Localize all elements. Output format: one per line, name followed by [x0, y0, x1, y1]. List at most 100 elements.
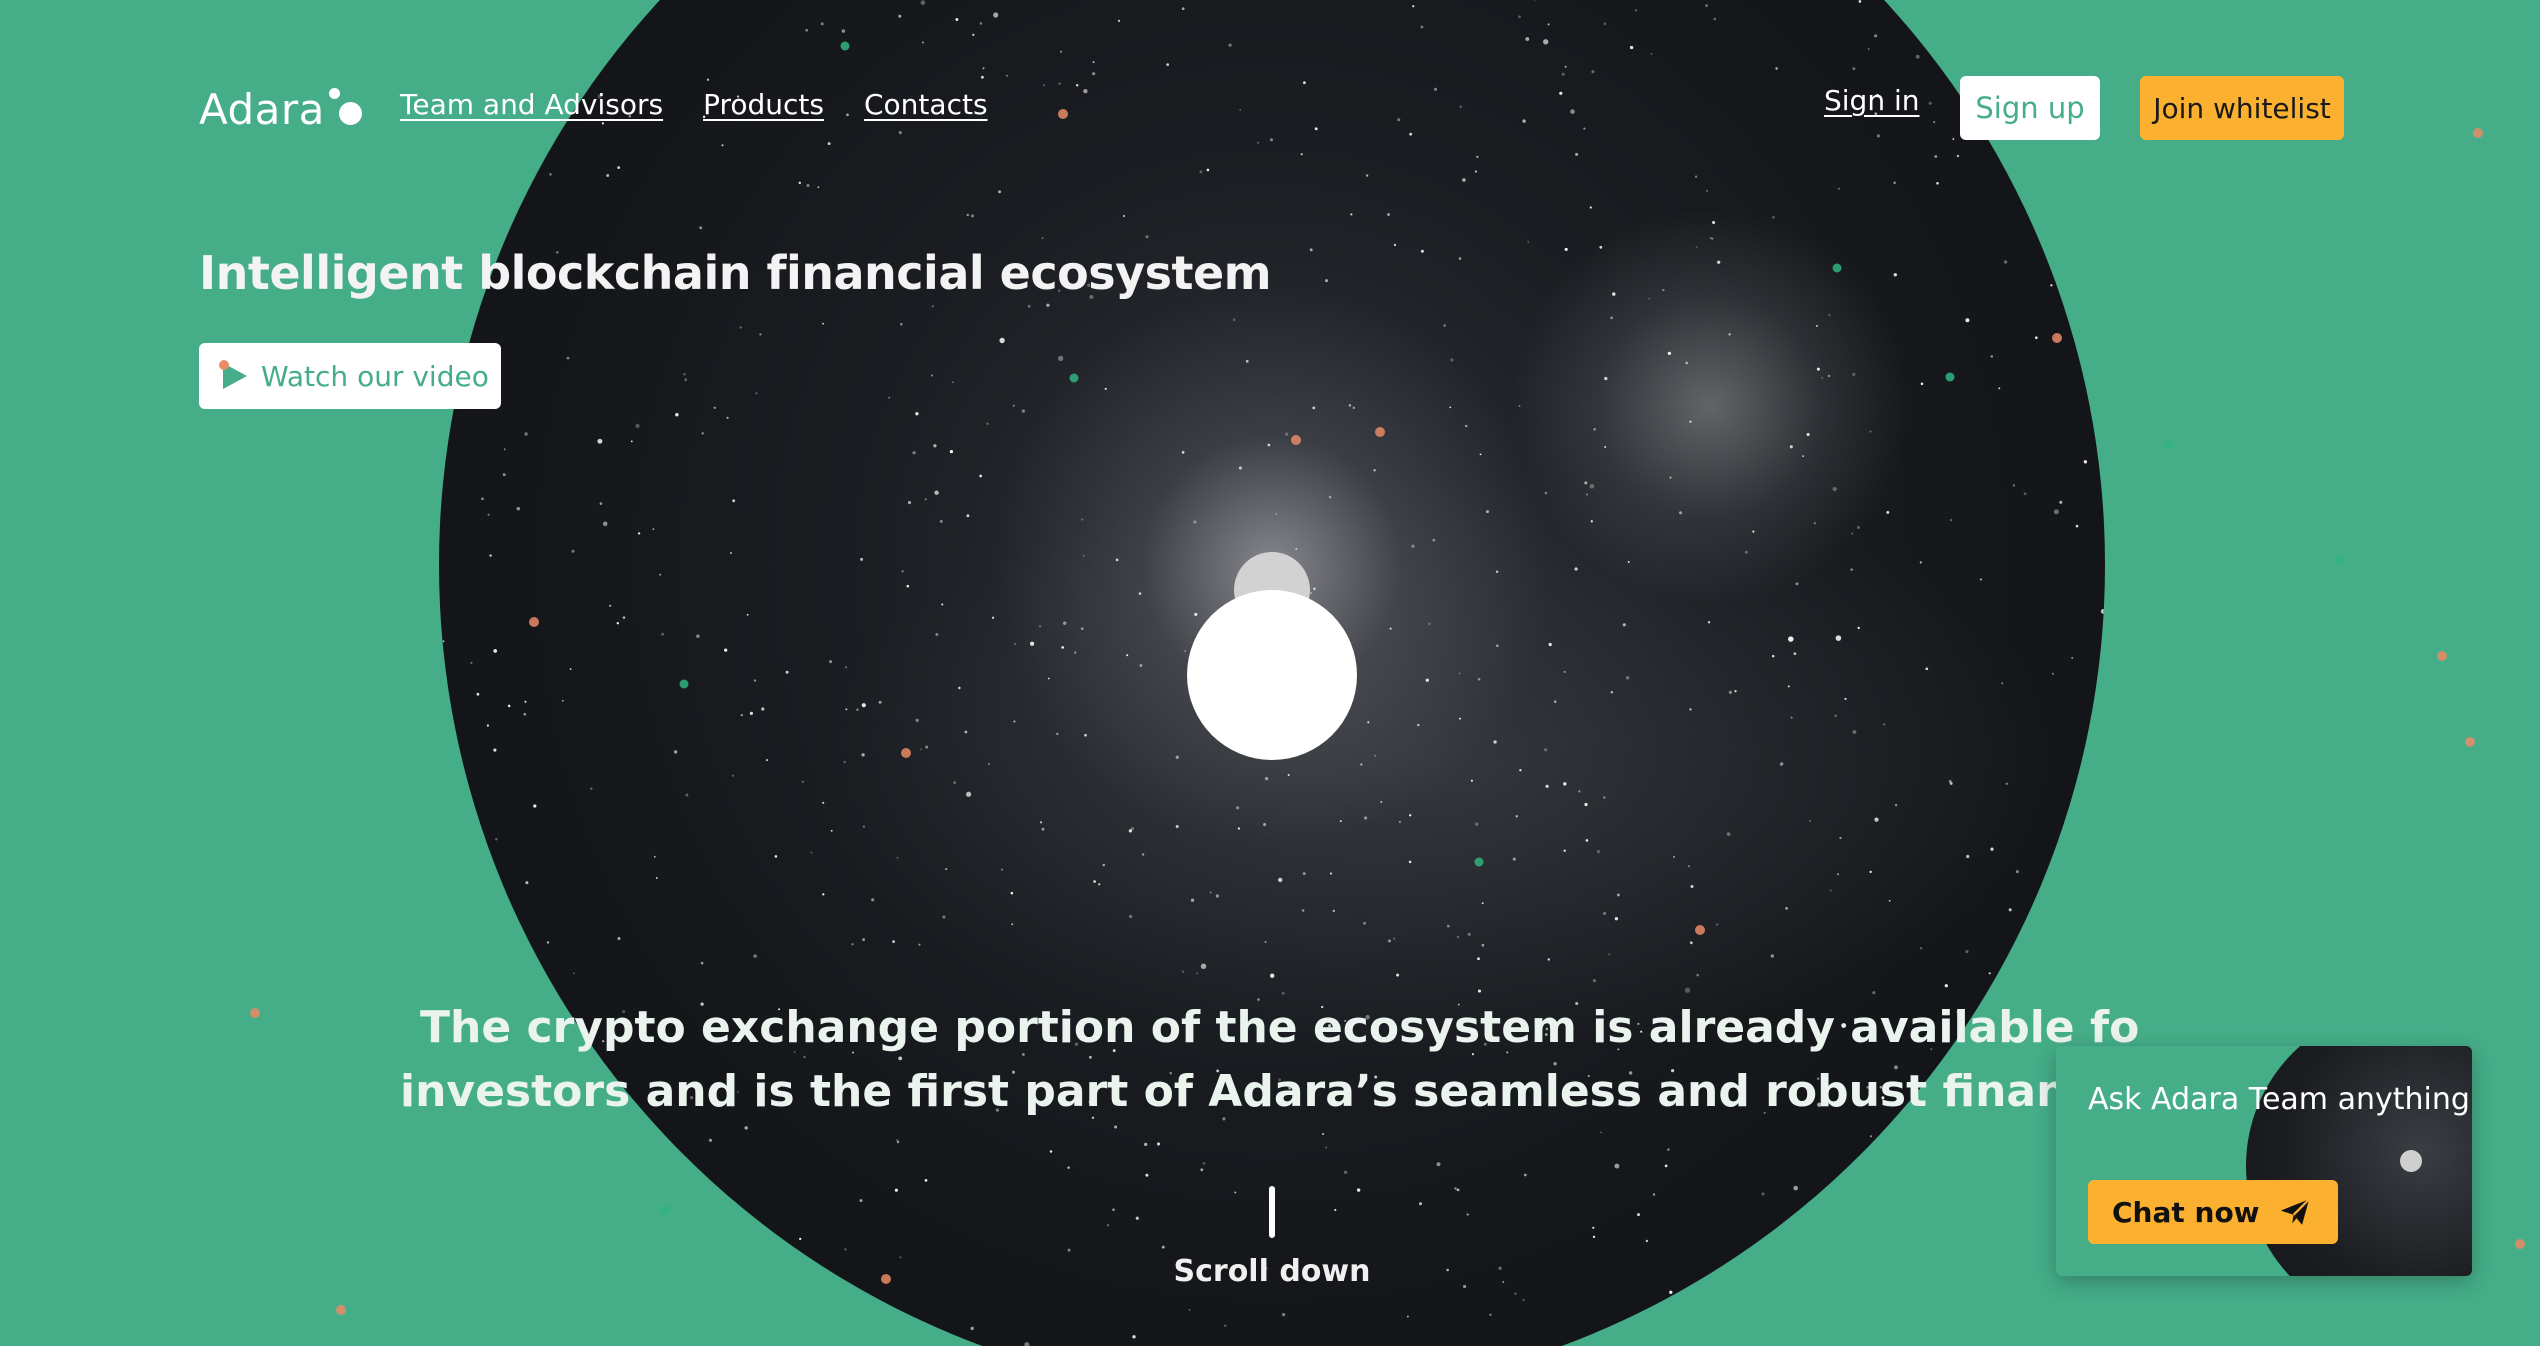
star: [1278, 877, 1283, 883]
star: [1933, 120, 1936, 124]
star: [1135, 1216, 1139, 1220]
star: [591, 1212, 595, 1216]
star: [1602, 911, 1607, 916]
star: [1084, 733, 1087, 737]
star: [673, 750, 678, 754]
star: [1281, 1312, 1286, 1317]
star: [1564, 247, 1568, 251]
star: [1603, 796, 1606, 799]
star: [1409, 132, 1413, 136]
star: [1780, 1244, 1783, 1247]
star: [1058, 82, 1061, 85]
star: [1013, 720, 1016, 723]
sign-up-button[interactable]: Sign up: [1960, 76, 2100, 140]
star: [1420, 25, 1424, 29]
star: [1322, 1132, 1325, 1136]
star: [1309, 248, 1313, 252]
star: [1325, 1146, 1328, 1149]
star: [753, 954, 757, 958]
star: [1874, 34, 1878, 38]
star: [656, 1183, 660, 1187]
star: [1454, 1187, 1457, 1190]
star: [1888, 899, 1891, 902]
star: [1616, 893, 1620, 897]
nav-link-team-and-advisors[interactable]: Team and Advisors: [400, 88, 663, 121]
star: [2100, 609, 2105, 614]
star: [941, 603, 944, 606]
star: [509, 50, 512, 54]
star: [1933, 1305, 1937, 1309]
star: [1519, 769, 1522, 772]
adara-logo[interactable]: Adara: [199, 78, 367, 138]
particle: [2335, 555, 2345, 565]
star: [1493, 740, 1497, 744]
star: [987, 763, 990, 766]
star: [1976, 1261, 1980, 1264]
star: [1175, 755, 1179, 759]
star: [755, 392, 758, 395]
star: [921, 41, 924, 44]
star: [1446, 924, 1450, 928]
star: [1348, 404, 1352, 407]
star: [1592, 1226, 1595, 1229]
star: [529, 989, 533, 993]
star: [1850, 568, 1853, 571]
star: [1718, 1319, 1721, 1322]
star: [1367, 721, 1370, 724]
chat-now-button[interactable]: Chat now: [2088, 1180, 2338, 1244]
star: [1684, 987, 1691, 993]
chat-widget-title: Ask Adara Team anything: [2088, 1082, 2470, 1117]
star: [1563, 670, 1566, 673]
nav-link-contacts[interactable]: Contacts: [864, 88, 988, 121]
star: [486, 724, 489, 727]
star: [2001, 682, 2004, 685]
star: [1915, 54, 1920, 59]
join-whitelist-button[interactable]: Join whitelist: [2140, 76, 2344, 140]
star: [2083, 460, 2088, 464]
star: [1575, 152, 1579, 156]
star: [1608, 953, 1611, 956]
star: [1545, 784, 1549, 788]
star: [572, 972, 576, 975]
star: [759, 333, 762, 336]
star: [1477, 677, 1481, 681]
star: [1206, 168, 1210, 172]
star: [860, 557, 864, 561]
star: [924, 1340, 928, 1344]
star: [1041, 827, 1045, 831]
star: [1237, 827, 1241, 830]
star: [1365, 174, 1369, 177]
scroll-down-indicator[interactable]: Scroll down: [1172, 1186, 1372, 1289]
play-icon: [219, 360, 247, 389]
star: [1081, 518, 1084, 521]
star: [617, 937, 621, 940]
star: [934, 490, 939, 495]
star: [1870, 1135, 1872, 1138]
hero-headline: Intelligent blockchain financial ecosyst…: [199, 246, 1272, 300]
watch-video-button[interactable]: Watch our video: [199, 343, 501, 409]
star: [1082, 554, 1085, 557]
star: [561, 699, 564, 702]
star: [451, 36, 455, 39]
star: [841, 29, 846, 33]
star: [822, 801, 825, 805]
sign-in-link[interactable]: Sign in: [1824, 84, 1920, 117]
star: [1793, 652, 1797, 656]
star: [845, 708, 848, 711]
star: [685, 793, 689, 797]
star: [798, 181, 802, 185]
star: [1839, 836, 1842, 840]
nav-link-products[interactable]: Products: [703, 88, 824, 121]
star: [696, 634, 700, 638]
star: [1496, 644, 1499, 648]
star: [1592, 979, 1596, 983]
star: [1716, 923, 1719, 926]
star: [1092, 61, 1095, 64]
star: [1202, 1162, 1206, 1165]
star: [458, 766, 462, 770]
star: [516, 507, 520, 511]
star: [695, 1221, 699, 1225]
star: [569, 668, 572, 670]
star: [810, 851, 813, 854]
star: [1314, 127, 1318, 131]
